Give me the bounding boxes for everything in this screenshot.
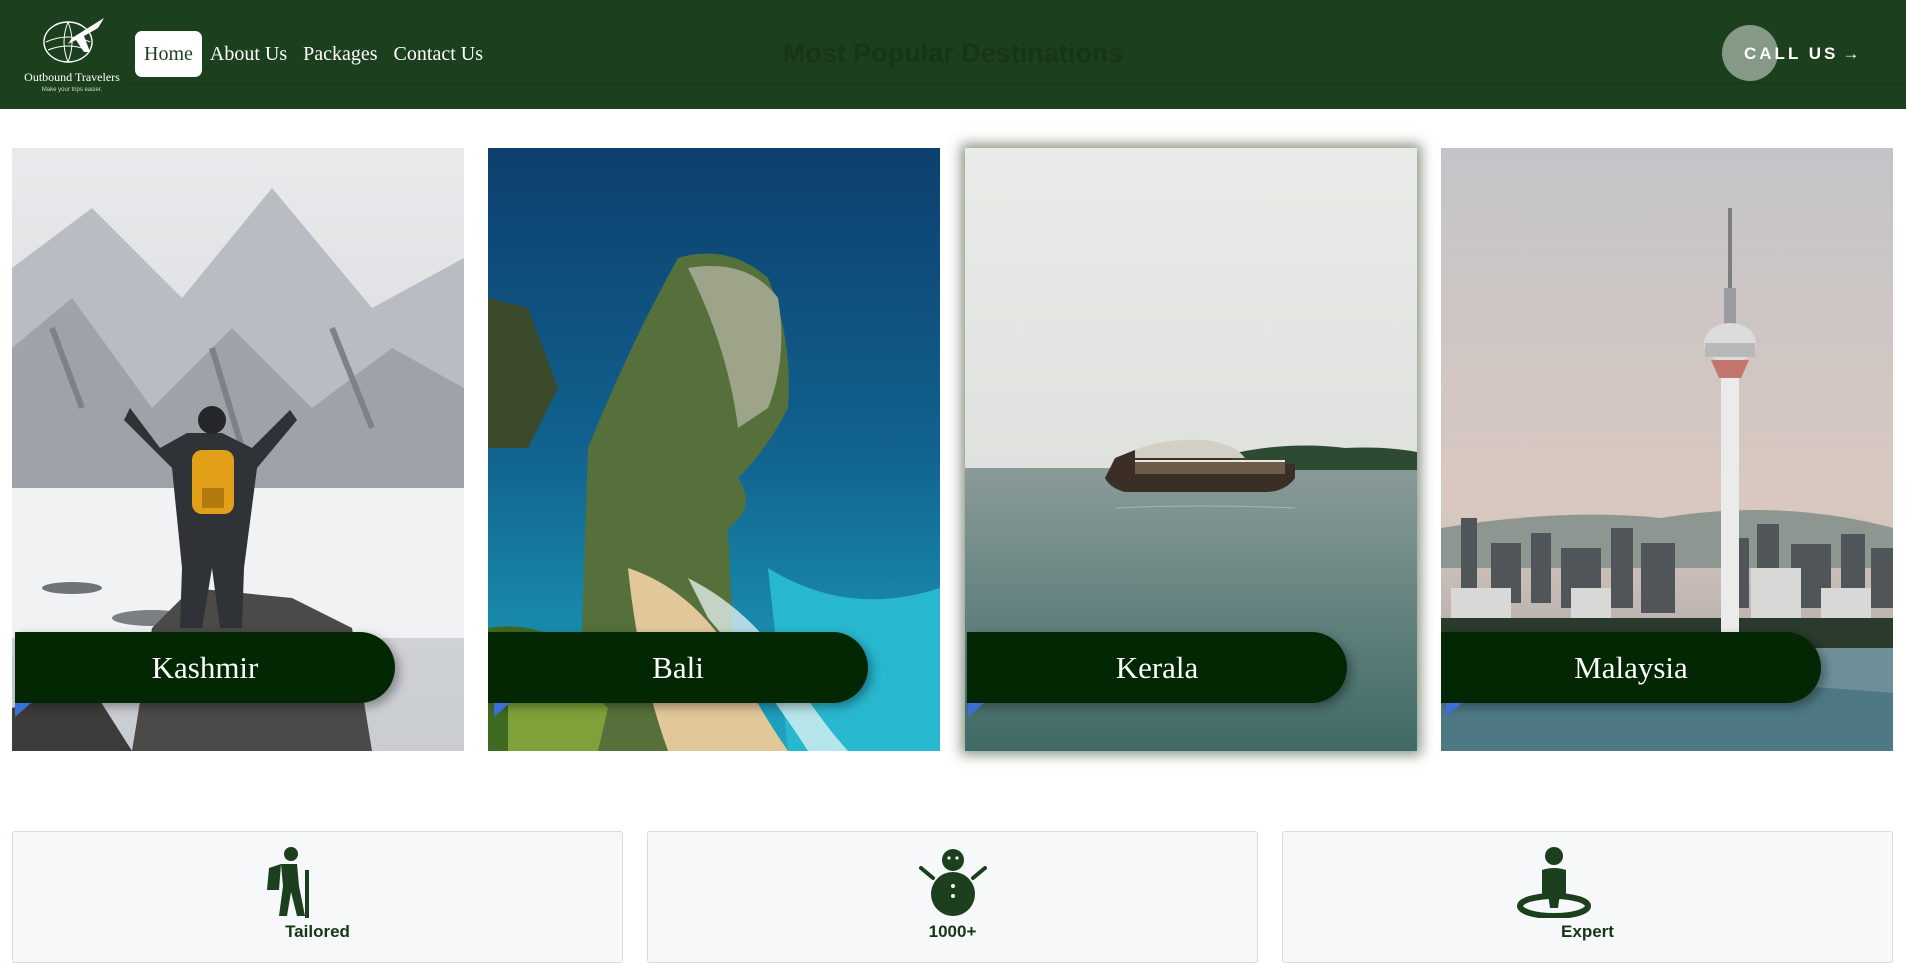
destination-card-bali[interactable]: Bali [488,148,940,751]
feature-card-expert: Expert [1282,831,1893,963]
page-heading: Most Popular Destinations [782,38,1124,68]
brand-name: Outbound Travelers [24,70,120,84]
destination-label: Malaysia [1441,632,1821,703]
feature-title: Expert [1561,922,1614,941]
hiker-icon [267,847,309,918]
destination-card-kerala[interactable]: Kerala [965,148,1417,751]
arrow-right-icon: → [1842,44,1860,63]
corner-flag [968,703,984,717]
destination-card-malaysia[interactable]: Malaysia [1441,148,1893,751]
person-location-icon [1517,847,1591,918]
feature-title: Tailored [285,922,350,941]
corner-flag [1446,703,1462,717]
snowman-icon [919,849,987,916]
destination-label: Bali [488,632,868,703]
feature-title: 1000+ [928,922,977,941]
call-us-label: CALL US [1744,44,1839,63]
header-divider [130,83,1906,84]
corner-flag [494,703,510,717]
destination-label: Kerala [967,632,1347,703]
feature-card-tailored: Tailored [12,831,623,963]
destination-label: Kashmir [15,632,395,703]
call-us-button[interactable]: CALL US → [1722,25,1862,81]
site-header: Outbound Travelers Make your trips easie… [0,0,1906,109]
destination-card-kashmir[interactable]: Kashmir [12,148,464,751]
brand-tagline: Make your trips easier. [41,87,103,93]
feature-card-1000: 1000+ [647,831,1258,963]
corner-flag [15,703,31,717]
